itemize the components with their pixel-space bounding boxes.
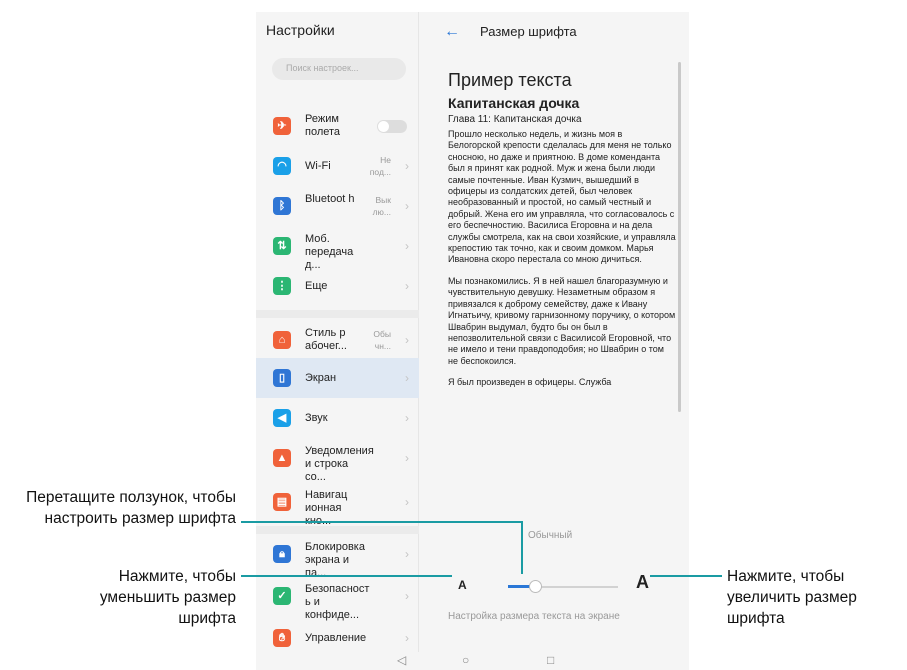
font-size-pane: ← Размер шрифта Пример текста Капитанска… — [420, 12, 689, 652]
item-value: Вык лю... — [372, 195, 391, 217]
settings-item-mobile-data[interactable]: ⇅ Моб. передача д... › — [256, 226, 419, 271]
chevron-right-icon: › — [405, 495, 409, 509]
font-size-level-label: Обычный — [528, 530, 573, 541]
item-label: Звук — [305, 412, 328, 424]
notification-icon: ▲ — [273, 449, 291, 467]
item-label: Экран — [305, 372, 337, 384]
lock-icon: 🔒︎ — [273, 545, 291, 563]
chevron-right-icon: › — [405, 547, 409, 561]
sample-text-area[interactable]: Пример текста Капитанская дочка Глава 11… — [448, 70, 676, 502]
settings-item-bluetooth[interactable]: ᛒ Bluetoot h Вык лю... › — [256, 186, 419, 226]
scrollbar[interactable] — [678, 62, 681, 412]
mobile-data-icon: ⇅ — [273, 237, 291, 255]
sample-paragraph: Я был произведен в офицеры. Служба — [448, 377, 612, 388]
nav-recent-icon[interactable]: □ — [547, 653, 554, 667]
phone-screen: Настройки Поиск настроек... ✈ Режим поле… — [256, 12, 689, 670]
display-icon: ▯ — [273, 369, 291, 387]
item-label: Режим полета — [305, 113, 341, 138]
airplane-icon: ✈ — [273, 117, 291, 135]
chevron-right-icon: › — [405, 279, 409, 293]
settings-item-more[interactable]: ⋮ Еще › — [256, 266, 419, 306]
item-label: Безопасност ь и конфиде... — [305, 583, 370, 621]
callout-line-drag — [241, 521, 522, 523]
toggle-knob — [378, 121, 389, 132]
item-value: Не под... — [369, 155, 391, 177]
bluetooth-icon: ᛒ — [273, 197, 291, 215]
sample-paragraph: Прошло несколько недель, и жизнь моя в Б… — [448, 129, 676, 265]
sound-icon: ◀ — [273, 409, 291, 427]
chevron-right-icon: › — [405, 451, 409, 465]
callout-line-increase — [650, 575, 722, 577]
navigation-icon: ▤ — [273, 493, 291, 511]
settings-item-home-style[interactable]: ⌂ Стиль р абочег... Обы чн... › — [256, 320, 419, 360]
security-icon: ✓ — [273, 587, 291, 605]
item-label: Bluetoot h — [305, 193, 355, 205]
sample-chapter: Глава 11: Капитанская дочка — [448, 114, 582, 125]
font-size-description: Настройка размера текста на экране — [448, 611, 620, 622]
navigation-bar: ◁ ○ □ — [256, 652, 689, 670]
sample-book-title: Капитанская дочка — [448, 95, 580, 111]
sample-heading: Пример текста — [448, 70, 572, 90]
decrease-font-button[interactable]: A — [458, 578, 467, 592]
settings-list-pane: Настройки Поиск настроек... ✈ Режим поле… — [256, 12, 419, 652]
section-divider — [256, 526, 419, 534]
callout-line-drag-vertical — [521, 521, 523, 574]
section-divider — [256, 310, 419, 318]
chevron-right-icon: › — [405, 371, 409, 385]
chevron-right-icon: › — [405, 199, 409, 213]
chevron-right-icon: › — [405, 159, 409, 173]
settings-title: Настройки — [266, 22, 335, 38]
item-label: Стиль р абочег... — [305, 327, 347, 352]
item-label: Еще — [305, 280, 328, 292]
font-size-header: ← Размер шрифта — [420, 12, 689, 54]
callout-decrease-font: Нажмите, чтобы уменьшить размер шрифта — [99, 568, 236, 627]
settings-item-airplane-mode[interactable]: ✈ Режим полета — [256, 106, 419, 146]
nav-back-icon[interactable]: ◁ — [397, 653, 406, 667]
more-icon: ⋮ — [273, 277, 291, 295]
home-style-icon: ⌂ — [273, 331, 291, 349]
chevron-right-icon: › — [405, 631, 409, 645]
callout-line-decrease — [241, 575, 452, 577]
chevron-right-icon: › — [405, 333, 409, 347]
back-arrow-icon[interactable]: ← — [444, 23, 460, 41]
search-placeholder: Поиск настроек... — [286, 63, 359, 73]
callout-increase-font: Нажмите, чтобы увеличить размер шрифта — [727, 568, 857, 627]
sample-paragraph: Мы познакомились. Я в ней нашел благораз… — [448, 275, 676, 366]
settings-item-screen-lock[interactable]: 🔒︎ Блокировка экрана и па... › — [256, 534, 419, 579]
airplane-mode-toggle[interactable] — [377, 120, 407, 133]
nav-home-icon[interactable]: ○ — [462, 653, 469, 667]
item-value: Обы чн... — [373, 329, 391, 351]
wifi-icon: ◠ — [273, 157, 291, 175]
page-title: Размер шрифта — [480, 24, 577, 39]
settings-item-display[interactable]: ▯ Экран › — [256, 358, 419, 398]
chevron-right-icon: › — [405, 239, 409, 253]
item-label: Управление — [305, 632, 367, 644]
slider-thumb[interactable] — [529, 580, 542, 593]
item-label: Wi-Fi — [305, 160, 331, 172]
settings-item-sound[interactable]: ◀ Звук › — [256, 398, 419, 438]
gesture-icon: ✋︎ — [273, 629, 291, 647]
chevron-right-icon: › — [405, 589, 409, 603]
settings-item-navigation[interactable]: ▤ Навигац ионная кно... › — [256, 482, 419, 527]
settings-item-notifications[interactable]: ▲ Уведомления и строка со... › — [256, 438, 419, 483]
search-input[interactable]: Поиск настроек... — [272, 58, 406, 80]
callout-drag-slider: Перетащите ползунок, чтобы настроить раз… — [26, 489, 236, 527]
increase-font-button[interactable]: A — [636, 572, 649, 593]
settings-item-security[interactable]: ✓ Безопасност ь и конфиде... › — [256, 576, 419, 621]
settings-item-wifi[interactable]: ◠ Wi-Fi Не под... › — [256, 146, 419, 186]
chevron-right-icon: › — [405, 411, 409, 425]
item-label: Уведомления и строка со... — [305, 445, 374, 483]
